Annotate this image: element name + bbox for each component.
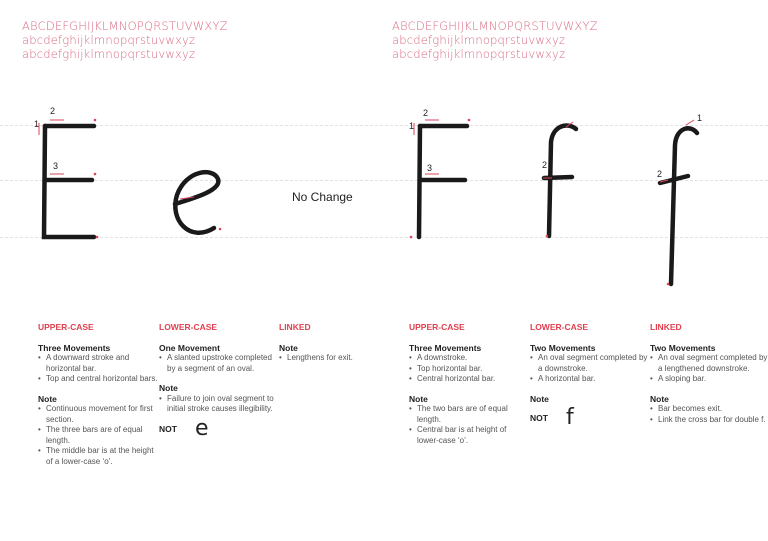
bullet-item: Continuous movement for first section. — [38, 404, 158, 425]
notes-column: UPPER-CASE Three MovementsA downstroke.To… — [409, 322, 529, 455]
bullet-item: A downstroke. — [409, 353, 529, 364]
bullet-item: An oval segment completed by a lengthene… — [650, 353, 768, 374]
notes-column: UPPER-CASE Three MovementsA downward stro… — [38, 322, 158, 476]
notes-column: LOWER-CASE Two MovementsAn oval segment c… — [530, 322, 650, 430]
not-label: NOT — [159, 423, 177, 434]
bullet-item: A horizontal bar. — [530, 374, 650, 385]
column-heading: UPPER-CASE — [38, 322, 94, 332]
incorrect-example: NOT e — [159, 415, 279, 441]
stroke-number: 2 — [50, 106, 55, 116]
stroke-arrows — [38, 118, 695, 286]
section-title: Note — [409, 393, 428, 404]
section-title: One Movement — [159, 342, 220, 353]
bullet-item: A downward stroke and horizontal bar. — [38, 353, 158, 374]
letter-E-uppercase — [41, 123, 97, 240]
bullet-list: An oval segment completed by a lengthene… — [650, 353, 768, 385]
letter-illustrations: 2 1 3 2 1 3 2 1 2 — [34, 106, 702, 287]
incorrect-glyph: e — [194, 415, 209, 441]
stroke-number: 1 — [697, 113, 702, 123]
column-heading: LOWER-CASE — [159, 322, 218, 332]
section-title: Two Movements — [530, 342, 596, 353]
bullet-item: An oval segment completed by a downstrok… — [530, 353, 650, 374]
section-title: Three Movements — [409, 342, 482, 353]
no-change-label: No Change — [292, 190, 353, 204]
bullet-list: Bar becomes exit.Link the cross bar for … — [650, 404, 768, 425]
bullet-item: Top horizontal bar. — [409, 364, 529, 375]
bullet-item: Link the cross bar for double f. — [650, 415, 768, 426]
incorrect-glyph: f — [565, 405, 574, 430]
handwriting-page: ABCDEFGHIJKLMNOPQRSTUVWXYZ abcdefghijklm… — [0, 0, 768, 541]
incorrect-example: NOT f — [530, 405, 650, 430]
stroke-number: 1 — [34, 119, 39, 129]
not-label: NOT — [530, 413, 548, 423]
section-title: Note — [159, 383, 178, 393]
section-title: Note — [38, 393, 57, 404]
section-title: Three Movements — [38, 342, 111, 353]
bullet-item: Failure to join oval segment to initial … — [159, 394, 279, 415]
bullet-list: A slanted upstroke completed by a segmen… — [159, 353, 279, 374]
bullet-list: The two bars are of equal length.Central… — [409, 404, 529, 446]
stroke-number: 3 — [53, 161, 58, 171]
bullet-list: Lengthens for exit. — [279, 353, 399, 364]
bullet-list: Continuous movement for first section.Th… — [38, 404, 158, 467]
section-title: Two Movements — [650, 342, 716, 353]
column-heading: LOWER-CASE — [530, 322, 589, 332]
notes-column: LINKED NoteLengthens for exit. — [279, 322, 399, 373]
notes-column: LOWER-CASE One MovementA slanted upstroke… — [159, 322, 279, 441]
bullet-list: Failure to join oval segment to initial … — [159, 394, 279, 415]
notes-column: LINKED Two MovementsAn oval segment compl… — [650, 322, 768, 434]
column-heading: LINKED — [650, 322, 682, 332]
section-title: Note — [530, 393, 549, 404]
bullet-item: Bar becomes exit. — [650, 404, 768, 415]
bullet-item: A slanted upstroke completed by a segmen… — [159, 353, 279, 374]
stroke-number: 1 — [409, 121, 414, 131]
letter-e-lowercase — [172, 170, 221, 235]
bullet-list: A downstroke.Top horizontal bar.Central … — [409, 353, 529, 385]
section-title: Note — [650, 393, 669, 404]
bullet-item: Central bar is at height of lower-case ‘… — [409, 425, 529, 446]
letter-F-uppercase — [416, 123, 470, 240]
bullet-list: An oval segment completed by a downstrok… — [530, 353, 650, 385]
letter-f-lowercase — [541, 123, 579, 239]
stroke-number: 2 — [542, 160, 547, 170]
stroke-number: 2 — [423, 108, 428, 118]
letter-f-linked — [657, 126, 700, 287]
bullet-item: The middle bar is at the height of a low… — [38, 446, 158, 467]
bullet-item: Lengthens for exit. — [279, 353, 399, 364]
section-title: Note — [279, 342, 298, 353]
bullet-item: The three bars are of equal length. — [38, 425, 158, 446]
bullet-item: A sloping bar. — [650, 374, 768, 385]
column-heading: LINKED — [279, 322, 311, 332]
bullet-item: The two bars are of equal length. — [409, 404, 529, 425]
bullet-item: Central horizontal bar. — [409, 374, 529, 385]
stroke-number: 2 — [657, 169, 662, 179]
bullet-list: A downward stroke and horizontal bar.Top… — [38, 353, 158, 385]
column-heading: UPPER-CASE — [409, 322, 465, 332]
bullet-item: Top and central horizontal bars. — [38, 374, 158, 385]
stroke-number: 3 — [427, 163, 432, 173]
